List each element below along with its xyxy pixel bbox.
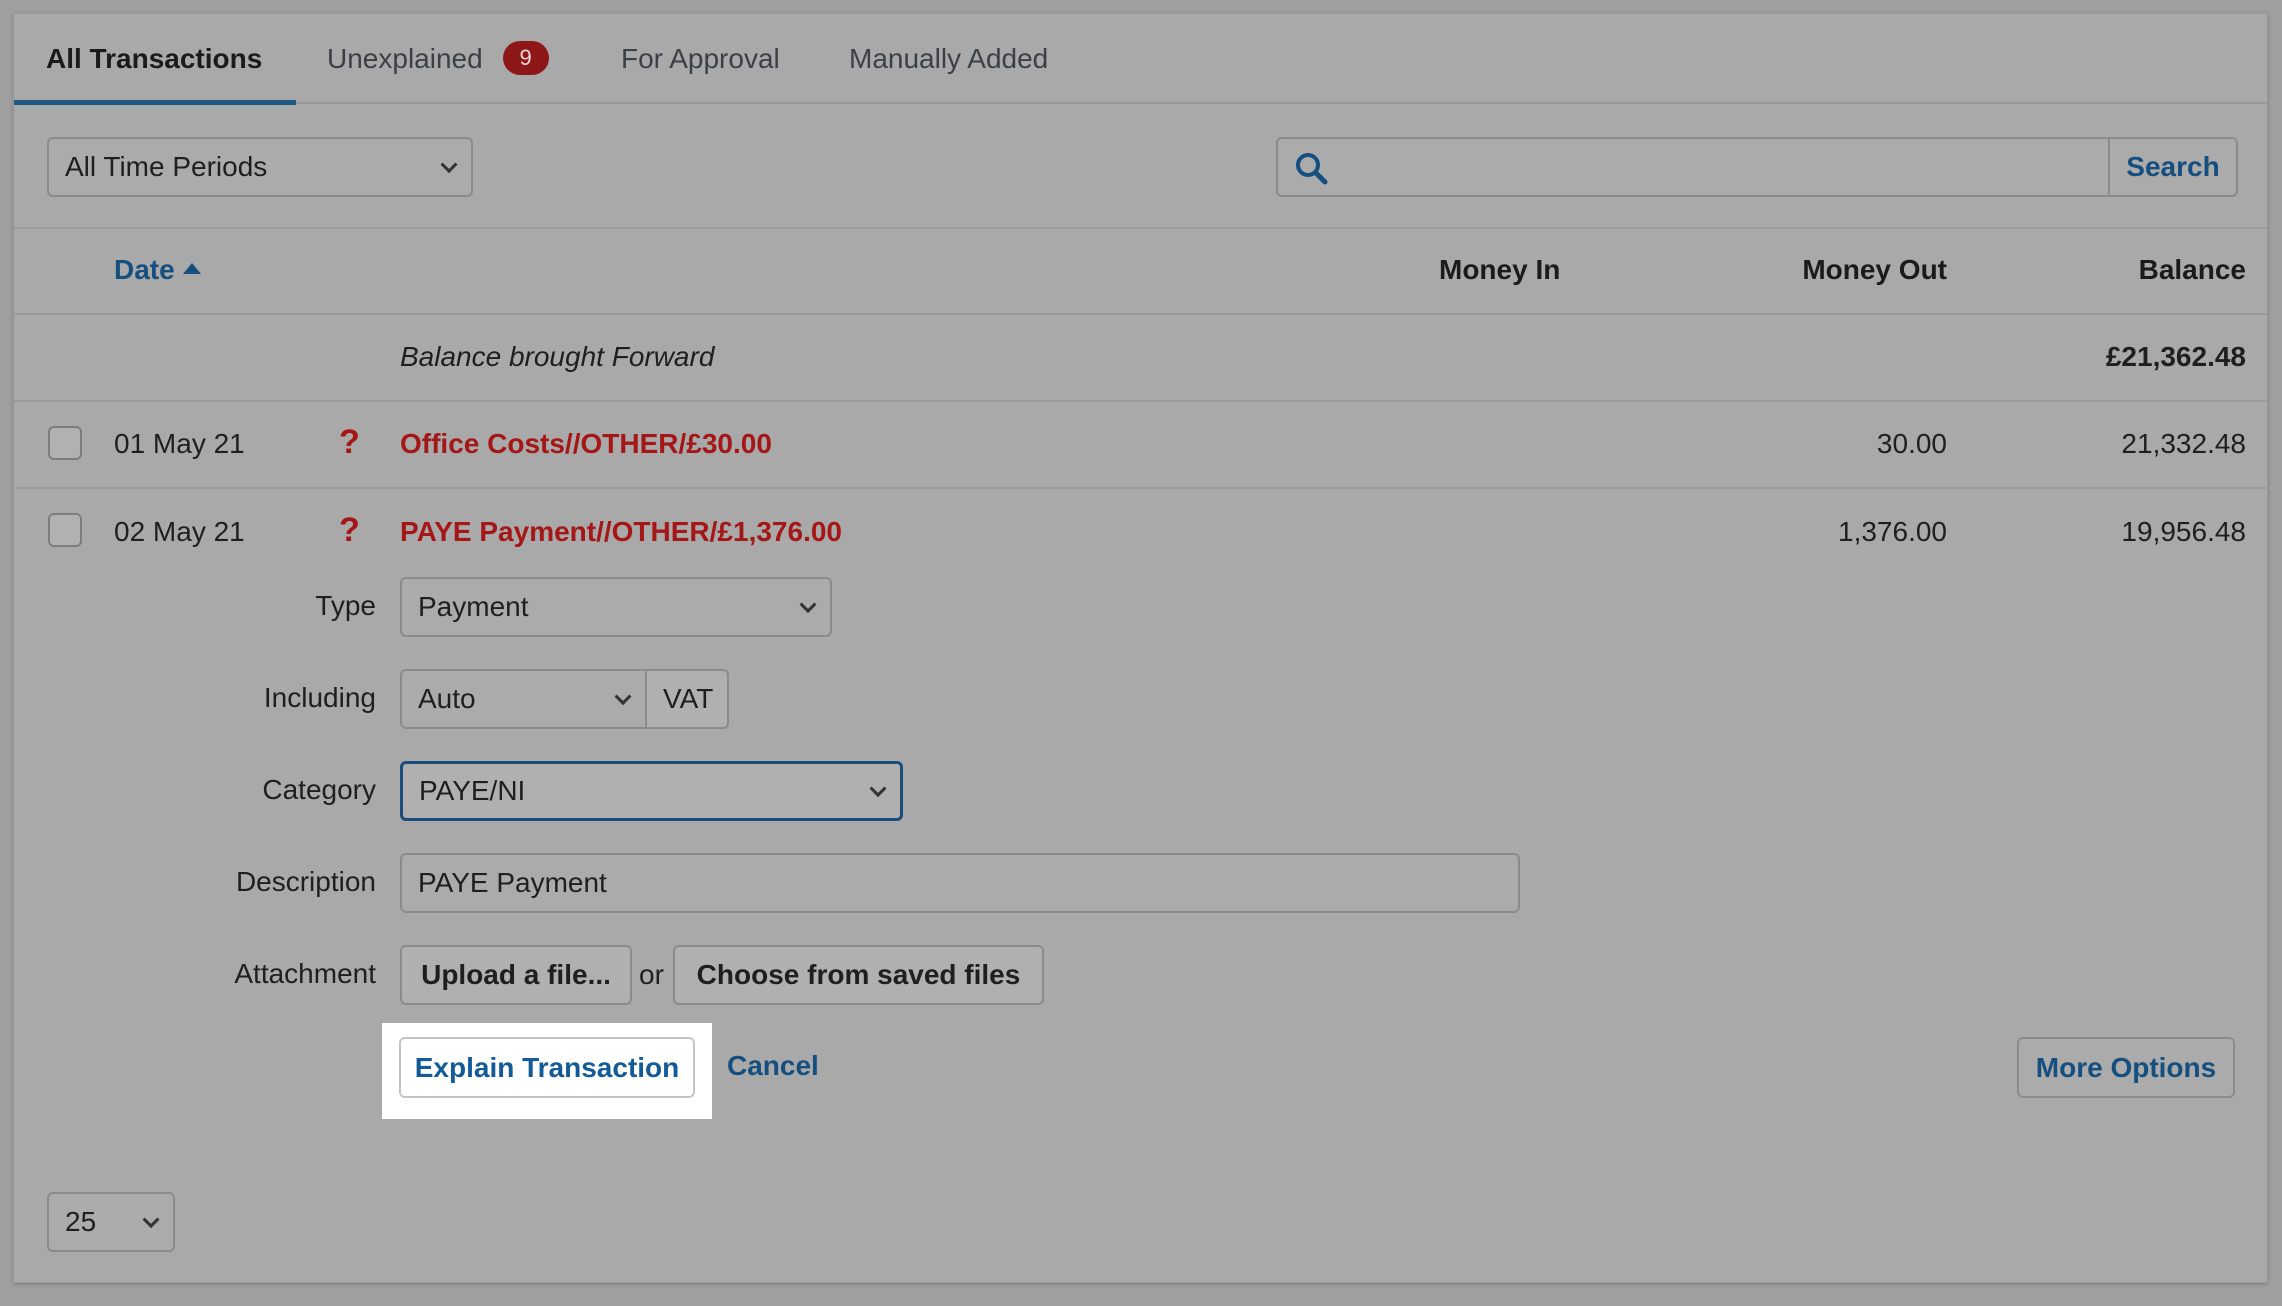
choose-saved-files-button[interactable]: Choose from saved files: [673, 945, 1044, 1005]
transactions-panel: All Transactions Unexplained 9 For Approv…: [13, 13, 2268, 1283]
money-in-header: Money In: [1439, 254, 1561, 285]
per-page-value: 25: [65, 1206, 97, 1237]
or-text: or: [639, 959, 664, 990]
unexplained-count-badge: 9: [502, 40, 549, 75]
description-field[interactable]: PAYE Payment: [400, 853, 1520, 913]
category-label: Category: [262, 774, 376, 805]
explain-transaction-button[interactable]: Explain Transaction: [399, 1037, 695, 1098]
search-button[interactable]: Search: [2108, 139, 2236, 195]
date-header-label: Date: [114, 254, 175, 285]
sort-ascending-icon: [182, 263, 201, 275]
tab-label: All Transactions: [46, 43, 263, 74]
balance-header: Balance: [2138, 254, 2246, 285]
chevron-down-icon: [142, 1211, 160, 1229]
tab-unexplained[interactable]: Unexplained 9: [327, 14, 549, 104]
brought-forward-balance: £21,362.48: [2105, 341, 2246, 372]
upload-file-button[interactable]: Upload a file...: [400, 945, 632, 1005]
type-label: Type: [315, 590, 376, 621]
tab-all-transactions[interactable]: All Transactions: [46, 14, 262, 104]
type-value: Payment: [418, 591, 529, 622]
cancel-link[interactable]: Cancel: [727, 1050, 819, 1082]
unexplained-question-icon: ?: [339, 511, 360, 549]
attachment-label: Attachment: [234, 958, 376, 989]
category-value: PAYE/NI: [419, 775, 526, 806]
vat-addon: VAT: [645, 669, 729, 729]
divider: [14, 227, 2267, 229]
row-date: 01 May 21: [114, 428, 245, 459]
tab-label: Unexplained: [327, 43, 483, 74]
including-select[interactable]: Auto: [400, 669, 647, 729]
time-period-value: All Time Periods: [65, 151, 268, 182]
type-select[interactable]: Payment: [400, 577, 832, 637]
divider: [14, 313, 2267, 315]
divider: [14, 487, 2267, 489]
including-value: Auto: [418, 683, 476, 714]
tab-bar: All Transactions Unexplained 9 For Approv…: [14, 14, 2267, 105]
per-page-select[interactable]: 25: [47, 1192, 175, 1252]
more-options-button[interactable]: More Options: [2017, 1037, 2235, 1098]
tab-manually-added[interactable]: Manually Added: [849, 14, 1048, 104]
search-icon: [1296, 153, 1328, 185]
tab-label: Manually Added: [849, 43, 1049, 74]
row-checkbox[interactable]: [48, 426, 82, 460]
including-label: Including: [263, 682, 376, 713]
date-column-header[interactable]: Date: [114, 254, 201, 286]
row-checkbox[interactable]: [48, 513, 82, 547]
tab-for-approval[interactable]: For Approval: [621, 14, 780, 104]
money-out-header: Money Out: [1802, 254, 1947, 285]
divider: [14, 400, 2267, 402]
category-select[interactable]: PAYE/NI: [400, 761, 903, 821]
description-label: Description: [235, 866, 376, 897]
chevron-down-icon: [440, 156, 458, 174]
unexplained-question-icon: ?: [339, 423, 360, 461]
row-balance: 19,956.48: [2121, 516, 2246, 547]
description-value: PAYE Payment: [418, 867, 607, 898]
brought-forward-label: Balance brought Forward: [400, 341, 715, 372]
row-date: 02 May 21: [114, 516, 245, 547]
chevron-down-icon: [614, 688, 632, 706]
tab-label: For Approval: [621, 43, 780, 74]
row-description-link[interactable]: PAYE Payment//OTHER/£1,376.00: [400, 516, 842, 548]
active-tab-indicator: [14, 100, 296, 105]
search-input[interactable]: Search: [1276, 137, 2238, 197]
row-money-out: 30.00: [1876, 428, 1947, 459]
row-balance: 21,332.48: [2121, 428, 2246, 459]
row-description-link[interactable]: Office Costs//OTHER/£30.00: [400, 428, 772, 460]
vat-label: VAT: [663, 683, 714, 714]
chevron-down-icon: [799, 596, 817, 614]
row-money-out: 1,376.00: [1838, 516, 1947, 547]
time-period-select[interactable]: All Time Periods: [47, 137, 473, 197]
chevron-down-icon: [869, 780, 887, 798]
